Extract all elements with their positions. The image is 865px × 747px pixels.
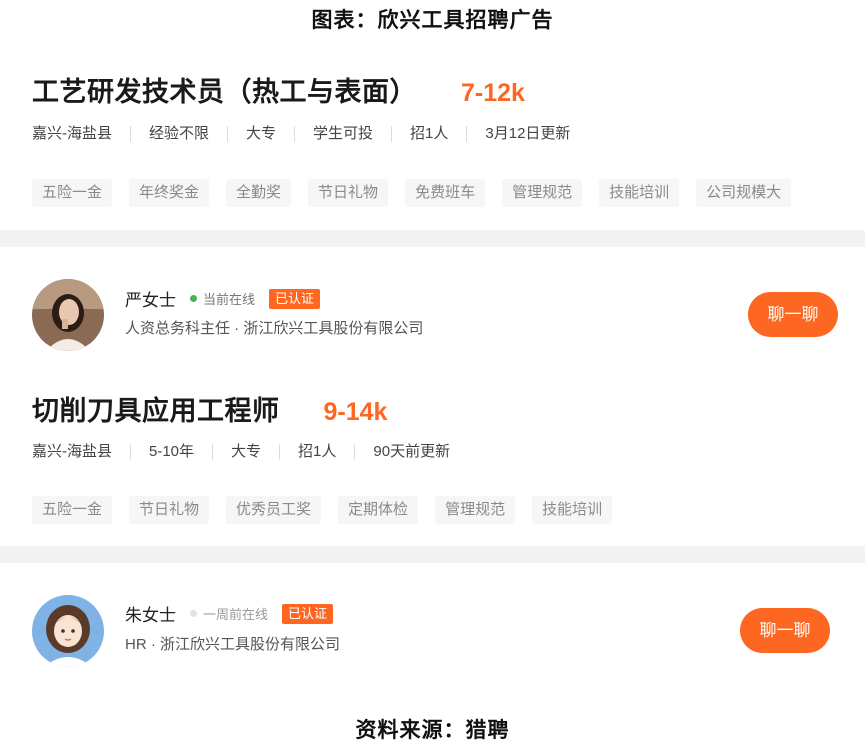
benefit-tag: 五险一金 [32, 496, 113, 524]
job-header[interactable]: 工艺研发技术员（热工与表面） 7-12k [32, 70, 525, 109]
job-experience: 经验不限 [130, 126, 227, 142]
chat-button[interactable]: 聊一聊 [740, 608, 830, 653]
benefit-tag: 优秀员工奖 [226, 496, 322, 524]
verified-badge: 已认证 [282, 603, 334, 624]
job-updated: 3月12日更新 [466, 126, 588, 142]
salary: 9-14k [323, 398, 388, 426]
job-updated: 90天前更新 [354, 444, 468, 460]
job-title[interactable]: 切削刀具应用工程师 [32, 389, 280, 428]
benefit-tag: 管理规范 [435, 496, 516, 524]
recruiter-avatar[interactable] [32, 595, 104, 667]
job-education: 大专 [212, 444, 279, 460]
recruiter-name[interactable]: 严女士 [125, 286, 176, 311]
job-education: 大专 [227, 126, 294, 142]
source-caption: 资料来源：猎聘 [355, 718, 510, 742]
job-location: 嘉兴-海盐县 [32, 125, 112, 142]
job-headcount: 招1人 [391, 126, 466, 142]
benefit-tags: 五险一金 节日礼物 优秀员工奖 定期体检 管理规范 技能培训 [32, 496, 629, 524]
benefit-tag: 技能培训 [599, 179, 680, 207]
job-student: 学生可投 [294, 126, 391, 142]
benefit-tag: 技能培训 [532, 496, 613, 524]
recruiter-avatar[interactable] [32, 279, 104, 351]
benefit-tag: 公司规模大 [696, 179, 792, 207]
section-divider [0, 546, 865, 563]
salary: 7-12k [461, 79, 525, 107]
benefit-tag: 节日礼物 [129, 496, 210, 524]
section-divider [0, 230, 865, 247]
job-title[interactable]: 工艺研发技术员（热工与表面） [32, 70, 417, 109]
benefit-tag: 定期体检 [338, 496, 419, 524]
benefit-tags: 五险一金 年终奖金 全勤奖 节日礼物 免费班车 管理规范 技能培训 公司规模大 [32, 179, 808, 207]
online-status: 一周前在线 [203, 607, 269, 622]
benefit-tag: 全勤奖 [226, 179, 292, 207]
recruiter-subtitle: HR · 浙江欣兴工具股份有限公司 [125, 636, 340, 653]
job-location: 嘉兴-海盐县 [32, 443, 112, 460]
verified-badge: 已认证 [269, 288, 321, 309]
online-status-icon [190, 295, 197, 302]
benefit-tag: 年终奖金 [129, 179, 210, 207]
online-status: 当前在线 [203, 292, 256, 307]
job-experience: 5-10年 [130, 444, 212, 460]
recruiter-header: 严女士 当前在线 已认证 [125, 286, 321, 311]
offline-status-icon [190, 610, 197, 617]
benefit-tag: 免费班车 [405, 179, 486, 207]
job-meta: 嘉兴-海盐县 5-10年 大专 招1人 90天前更新 [32, 444, 468, 460]
benefit-tag: 管理规范 [502, 179, 583, 207]
job-headcount: 招1人 [279, 444, 354, 460]
job-meta: 嘉兴-海盐县 经验不限 大专 学生可投 招1人 3月12日更新 [32, 126, 588, 142]
recruiter-name[interactable]: 朱女士 [125, 601, 176, 626]
recruiter-subtitle: 人资总务科主任 · 浙江欣兴工具股份有限公司 [125, 320, 424, 337]
recruiter-header: 朱女士 一周前在线 已认证 [125, 601, 334, 626]
job-header[interactable]: 切削刀具应用工程师 9-14k [32, 389, 387, 428]
benefit-tag: 五险一金 [32, 179, 113, 207]
figure-title: 图表：欣兴工具招聘广告 [311, 8, 554, 32]
chat-button[interactable]: 聊一聊 [748, 292, 838, 337]
benefit-tag: 节日礼物 [308, 179, 389, 207]
